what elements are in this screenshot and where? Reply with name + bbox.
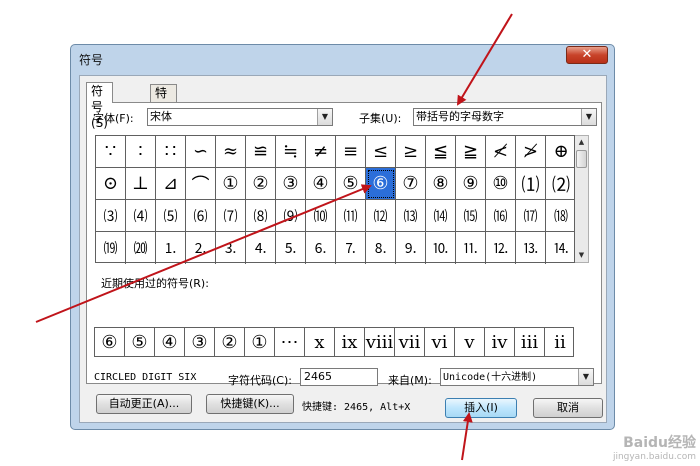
annotation-arrows [35, 13, 513, 461]
annotation-arrow-symbol [35, 184, 372, 323]
annotation-arrow-subset [456, 13, 513, 106]
tab-symbols[interactable]: 符号(S) [86, 82, 113, 130]
watermark: Baidu经验 jingyan.baidu.com [613, 432, 696, 462]
watermark-logo: Baidu经验 [623, 435, 696, 451]
annotation-arrow-insert [461, 412, 473, 461]
watermark-url: jingyan.baidu.com [612, 452, 696, 462]
